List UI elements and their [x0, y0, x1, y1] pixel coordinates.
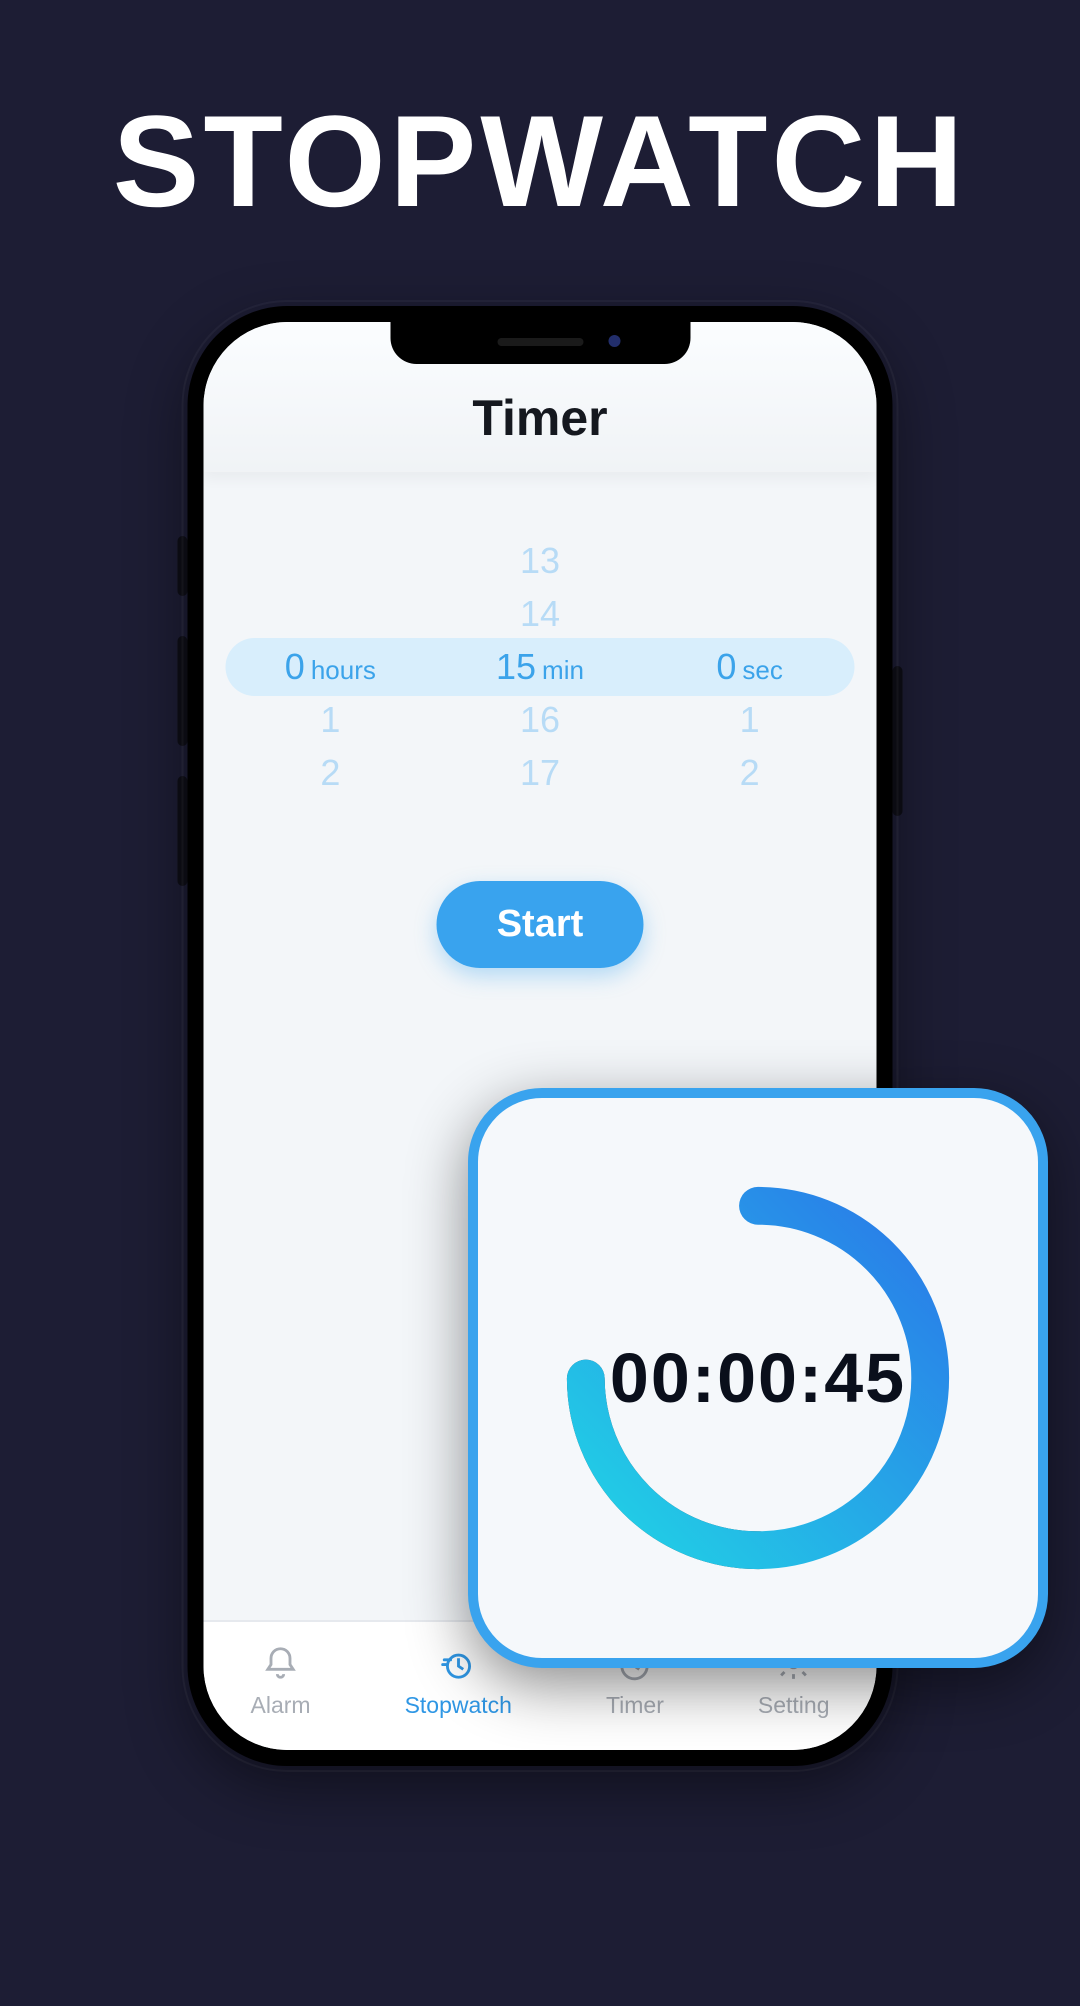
picker-hours-unit: hours — [311, 644, 376, 697]
picker-seconds-column[interactable]: 0 sec 1 2 — [646, 534, 854, 799]
picker-hours-row: 1 — [227, 693, 435, 746]
picker-minutes-row: 16 — [436, 693, 644, 746]
picker-seconds-row — [646, 534, 854, 587]
picker-seconds-selected: 0 sec — [646, 640, 854, 693]
picker-hours-selected: 0 hours — [227, 640, 435, 693]
stopwatch-overlay-card: 00:00:45 — [468, 1088, 1048, 1668]
picker-seconds-row — [646, 587, 854, 640]
picker-hours-row — [227, 534, 435, 587]
stopwatch-elapsed: 00:00:45 — [548, 1168, 968, 1588]
picker-minutes-column[interactable]: 13 14 15 min 16 17 — [436, 534, 644, 799]
picker-seconds-row: 1 — [646, 693, 854, 746]
picker-minutes-value: 15 — [496, 640, 536, 693]
start-button[interactable]: Start — [437, 881, 644, 968]
phone-power-button — [893, 666, 903, 816]
picker-minutes-selected: 15 min — [436, 640, 644, 693]
picker-hours-column[interactable]: 0 hours 1 2 — [227, 534, 435, 799]
time-picker[interactable]: 0 hours 1 2 13 14 15 min 16 17 — [226, 534, 855, 799]
picker-hours-row — [227, 587, 435, 640]
phone-volume-up — [178, 636, 188, 746]
phone-volume-down — [178, 776, 188, 886]
picker-hours-row: 2 — [227, 746, 435, 799]
tab-alarm[interactable]: Alarm — [251, 1644, 311, 1719]
picker-seconds-unit: sec — [742, 644, 782, 697]
picker-seconds-value: 0 — [716, 640, 736, 693]
tab-label: Stopwatch — [405, 1692, 512, 1719]
picker-seconds-row: 2 — [646, 746, 854, 799]
promo-title: STOPWATCH — [0, 86, 1080, 236]
phone-notch — [390, 322, 690, 364]
picker-minutes-row: 17 — [436, 746, 644, 799]
picker-hours-value: 0 — [285, 640, 305, 693]
phone-mute-switch — [178, 536, 188, 596]
picker-minutes-row: 13 — [436, 534, 644, 587]
stopwatch-ring: 00:00:45 — [548, 1168, 968, 1588]
page-title: Timer — [472, 389, 607, 447]
picker-minutes-row: 14 — [436, 587, 644, 640]
tab-label: Setting — [758, 1692, 830, 1719]
tab-stopwatch[interactable]: Stopwatch — [405, 1644, 512, 1719]
tab-label: Timer — [606, 1692, 664, 1719]
picker-minutes-unit: min — [542, 644, 584, 697]
tab-label: Alarm — [251, 1692, 311, 1719]
stopwatch-icon — [439, 1644, 477, 1688]
alarm-icon — [262, 1644, 300, 1688]
